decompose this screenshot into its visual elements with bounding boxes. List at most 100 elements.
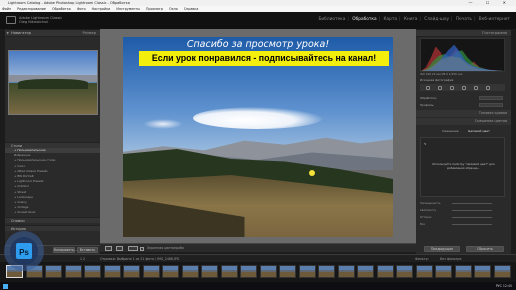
crop-tool-icon[interactable] <box>426 85 430 90</box>
eyedropper-icon[interactable]: ✎ <box>424 142 427 146</box>
all-row[interactable]: Все <box>420 222 505 227</box>
original-photo-label: Исходная фотография <box>420 78 454 82</box>
hsl-header[interactable]: Смешение цветов <box>416 118 511 125</box>
paste-button[interactable]: Вставить <box>77 247 98 253</box>
filmstrip-thumbnail[interactable] <box>84 265 101 278</box>
preset-group[interactable]: + Sunset Glow <box>5 210 100 215</box>
navigator-header[interactable]: ▼ Навигатор Размер <box>5 30 100 37</box>
filmstrip-thumbnail[interactable] <box>415 265 433 278</box>
module-print[interactable]: Печать <box>456 17 472 22</box>
histogram-header[interactable]: Гистограмма <box>416 30 511 37</box>
luminance-row[interactable]: Светимость <box>420 208 505 213</box>
windows-start-icon[interactable] <box>3 283 8 289</box>
photo-cloud <box>193 107 323 129</box>
filmstrip-thumbnail[interactable] <box>376 265 394 278</box>
thumb-ground <box>221 271 237 277</box>
tone-curve-header[interactable]: Тоновая кривая <box>416 110 511 117</box>
menu-edit[interactable]: Редактирование <box>17 7 46 11</box>
lightroom-window: Lightroom Catalog - Adobe Photoshop Ligh… <box>0 0 516 290</box>
thumb-ground <box>416 271 432 277</box>
identity-line2: Oleg Nikolaichuk <box>19 20 49 24</box>
adjustment-brush-icon[interactable] <box>486 85 490 90</box>
module-web[interactable]: Веб-интернет <box>479 17 510 22</box>
menu-develop[interactable]: Обработка <box>52 7 71 11</box>
module-slideshow[interactable]: Слайд-шоу <box>424 17 449 22</box>
filmstrip-thumbnail[interactable] <box>337 265 355 278</box>
filmstrip-thumbnail[interactable] <box>474 265 491 278</box>
graduated-filter-icon[interactable] <box>462 85 466 90</box>
main-photo[interactable] <box>123 37 393 237</box>
filmstrip-thumbnail[interactable] <box>454 265 472 278</box>
menu-settings[interactable]: Настройки <box>92 7 111 11</box>
module-book[interactable]: Книга <box>404 17 418 22</box>
menu-window[interactable]: Окно <box>169 7 178 11</box>
navigator-fit[interactable]: Размер <box>83 30 96 37</box>
saturation-row[interactable]: Насыщенность <box>420 201 505 206</box>
filmstrip-thumbnail[interactable] <box>123 265 140 278</box>
menu-file[interactable]: Файл <box>2 7 11 11</box>
saturation-track[interactable] <box>452 203 492 204</box>
menu-help[interactable]: Справка <box>184 7 199 11</box>
filmstrip-thumbnail[interactable] <box>220 265 238 278</box>
hue-row[interactable]: Оттенок <box>420 215 505 220</box>
hue-track[interactable] <box>452 217 492 218</box>
thumb-ground <box>85 271 100 277</box>
loupe-view-icon[interactable] <box>105 245 112 251</box>
profile-value[interactable] <box>479 103 503 107</box>
target-color-box[interactable]: ✎ Используйте палитру "Целевой цвет" для… <box>420 137 505 197</box>
module-map[interactable]: Карта <box>383 17 397 22</box>
filmstrip-thumbnail[interactable] <box>318 265 335 278</box>
filmstrip-thumbnail[interactable] <box>201 265 218 278</box>
spot-removal-icon[interactable] <box>438 85 442 90</box>
right-panel-buttons: Предыдущая Сбросить <box>416 245 511 254</box>
filmstrip-thumbnail[interactable] <box>240 265 257 278</box>
original-photo-toggle[interactable]: Исходная фотография <box>420 77 505 83</box>
thumb-ground <box>358 271 373 277</box>
thumb-ground <box>455 271 471 277</box>
tab-target-color[interactable]: Целевой цвет <box>468 128 490 134</box>
svg-text:Ps: Ps <box>19 248 29 257</box>
thumb-ground <box>241 271 256 277</box>
clock[interactable]: 12:45 <box>503 284 512 288</box>
language-indicator[interactable]: РУС <box>496 284 502 288</box>
filmstrip-thumbnail[interactable] <box>142 265 160 278</box>
all-track[interactable] <box>452 224 492 225</box>
navigator-preview[interactable] <box>8 50 98 115</box>
filmstrip-thumbnail[interactable] <box>162 265 179 278</box>
luminance-track[interactable] <box>452 210 492 211</box>
filmstrip-thumbnail[interactable] <box>396 265 413 278</box>
thumb-ground <box>202 271 217 277</box>
module-library[interactable]: Библиотека <box>318 17 345 22</box>
previous-button[interactable]: Предыдущая <box>424 246 460 252</box>
thumb-ground <box>280 271 295 277</box>
filmstrip-thumbnail[interactable] <box>259 265 277 278</box>
treatment-value[interactable] <box>479 96 503 100</box>
snapshots-header[interactable]: Снимки <box>5 217 100 224</box>
filmstrip-thumbnail[interactable] <box>103 265 121 278</box>
soft-proof-checkbox[interactable] <box>140 246 144 251</box>
reset-button[interactable]: Сбросить <box>466 246 504 252</box>
overlay-banner: Если урок понравился - подписывайтесь на… <box>139 51 389 66</box>
histogram[interactable] <box>420 38 505 72</box>
tab-mix[interactable]: Смешение <box>442 128 459 134</box>
thumb-ground <box>494 271 510 277</box>
filmstrip-thumbnail[interactable] <box>493 265 511 278</box>
menu-tools[interactable]: Инструменты <box>116 7 140 11</box>
filmstrip-thumbnail[interactable] <box>298 265 316 278</box>
before-after-split-icon[interactable] <box>128 245 138 251</box>
radial-filter-icon[interactable] <box>474 85 478 90</box>
before-after-icon[interactable] <box>116 245 123 251</box>
profile-row: Профиль: <box>420 102 505 108</box>
red-eye-icon[interactable] <box>450 85 454 90</box>
thumb-ground <box>319 271 334 277</box>
tool-strip <box>420 84 505 91</box>
filmstrip-thumbnail[interactable] <box>435 265 452 278</box>
menu-view[interactable]: Просмотр <box>146 7 163 11</box>
filmstrip-thumbnail[interactable] <box>279 265 296 278</box>
module-develop[interactable]: Обработка <box>352 17 376 22</box>
filmstrip-thumbnail[interactable] <box>357 265 374 278</box>
filmstrip-thumbnail[interactable] <box>181 265 199 278</box>
menu-photo[interactable]: Фото <box>77 7 86 11</box>
snapshots-label: Снимки <box>11 219 25 224</box>
thumb-ground <box>338 271 354 277</box>
